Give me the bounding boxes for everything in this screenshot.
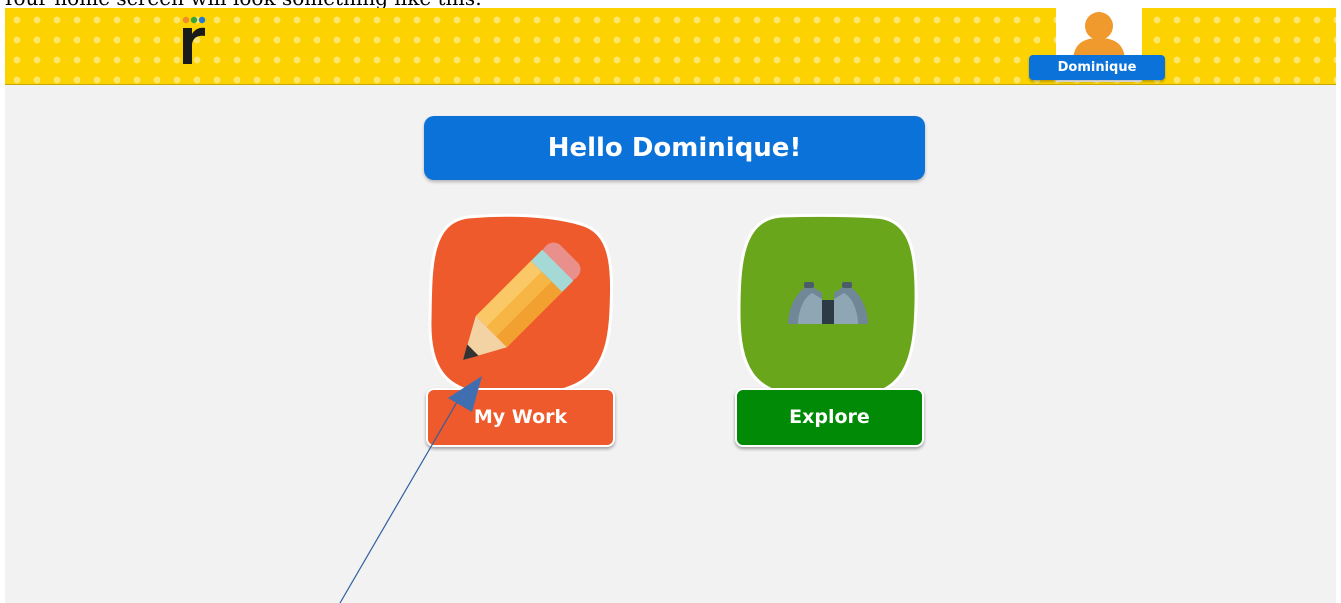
explore-button[interactable]: Explore bbox=[735, 388, 924, 447]
readworks-r-logo[interactable] bbox=[179, 14, 211, 64]
app-window: Dominique Hello Dominique! My Work Explo… bbox=[5, 8, 1336, 603]
my-work-tile[interactable] bbox=[423, 210, 619, 396]
greeting-banner: Hello Dominique! bbox=[424, 116, 925, 180]
profile-name-button[interactable]: Dominique bbox=[1029, 55, 1165, 80]
explore-tile[interactable] bbox=[736, 213, 920, 399]
my-work-button[interactable]: My Work bbox=[426, 388, 615, 447]
header-bar: Dominique bbox=[5, 8, 1336, 85]
